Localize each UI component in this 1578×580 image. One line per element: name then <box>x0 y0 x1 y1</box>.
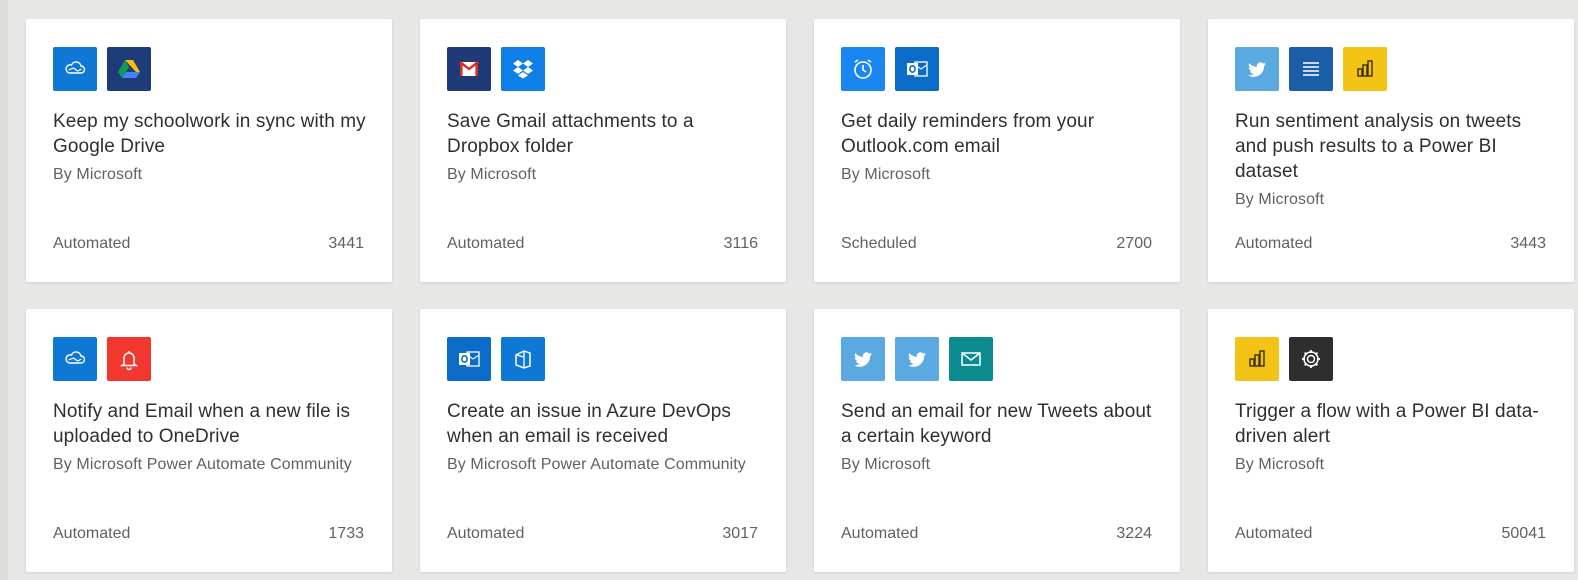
text-analytics-icon <box>1289 47 1333 91</box>
template-usage-count: 1733 <box>328 525 364 542</box>
template-author: By Microsoft <box>1235 456 1325 473</box>
dropbox-icon <box>501 47 545 91</box>
gmail-icon <box>447 47 491 91</box>
template-type: Automated <box>53 525 131 542</box>
template-footer: Automated 3441 <box>53 233 364 255</box>
template-footer: Automated 3017 <box>447 523 758 545</box>
connector-icons <box>53 337 151 381</box>
template-usage-count: 3017 <box>722 525 758 542</box>
template-card[interactable]: Create an issue in Azure DevOps when an … <box>420 309 786 572</box>
template-usage-count: 50041 <box>1501 525 1547 542</box>
template-type: Automated <box>841 525 919 542</box>
template-title-text: Save Gmail attachments to a Dropbox fold… <box>447 111 694 157</box>
template-usage-count: 3443 <box>1510 235 1546 252</box>
template-author: By Microsoft <box>1235 191 1325 208</box>
connector-icons <box>447 47 545 91</box>
template-card[interactable]: Keep my schoolwork in sync with my Googl… <box>26 19 392 282</box>
template-usage-count: 3441 <box>328 235 364 252</box>
twitter-icon <box>1235 47 1279 91</box>
outlook-icon <box>447 337 491 381</box>
template-title: Keep my schoolwork in sync with my Googl… <box>53 109 371 186</box>
template-footer: Scheduled 2700 <box>841 233 1152 255</box>
template-type: Automated <box>447 525 525 542</box>
schedule-icon <box>841 47 885 91</box>
template-title: Save Gmail attachments to a Dropbox fold… <box>447 109 765 186</box>
template-type: Automated <box>53 235 131 252</box>
twitter-icon <box>895 337 939 381</box>
template-author: By Microsoft <box>447 166 537 183</box>
template-card[interactable]: Get daily reminders from your Outlook.co… <box>814 19 1180 282</box>
template-title-text: Trigger a flow with a Power BI data-driv… <box>1235 401 1539 447</box>
template-card[interactable]: Run sentiment analysis on tweets and pus… <box>1208 19 1574 282</box>
twitter-icon <box>841 337 885 381</box>
template-author: By Microsoft Power Automate Community <box>447 456 746 473</box>
power-bi-icon <box>1343 47 1387 91</box>
onedrive-icon <box>53 47 97 91</box>
template-usage-count: 3116 <box>723 235 758 252</box>
power-bi-icon <box>1235 337 1279 381</box>
template-author: By Microsoft <box>841 166 931 183</box>
template-footer: Automated 50041 <box>1235 523 1546 545</box>
settings-gear-icon <box>1289 337 1333 381</box>
template-type: Automated <box>1235 235 1313 252</box>
template-title-text: Send an email for new Tweets about a cer… <box>841 401 1152 447</box>
template-author: By Microsoft <box>53 166 143 183</box>
connector-icons <box>841 337 993 381</box>
template-title-text: Notify and Email when a new file is uplo… <box>53 401 351 447</box>
template-usage-count: 2700 <box>1116 235 1152 252</box>
template-type: Automated <box>1235 525 1313 542</box>
template-card[interactable]: Send an email for new Tweets about a cer… <box>814 309 1180 572</box>
template-card[interactable]: Notify and Email when a new file is uplo… <box>26 309 392 572</box>
template-title: Trigger a flow with a Power BI data-driv… <box>1235 399 1553 476</box>
template-title-text: Get daily reminders from your Outlook.co… <box>841 111 1095 157</box>
template-usage-count: 3224 <box>1116 525 1152 542</box>
template-title-text: Create an issue in Azure DevOps when an … <box>447 401 732 447</box>
template-author: By Microsoft Power Automate Community <box>53 456 352 473</box>
template-grid: Keep my schoolwork in sync with my Googl… <box>26 19 1578 580</box>
mail-icon <box>949 337 993 381</box>
template-title: Send an email for new Tweets about a cer… <box>841 399 1159 476</box>
onedrive-icon <box>53 337 97 381</box>
template-title-text: Keep my schoolwork in sync with my Googl… <box>53 111 366 157</box>
connector-icons <box>53 47 151 91</box>
template-card[interactable]: Trigger a flow with a Power BI data-driv… <box>1208 309 1574 572</box>
notification-bell-icon <box>107 337 151 381</box>
template-title: Run sentiment analysis on tweets and pus… <box>1235 109 1553 211</box>
template-footer: Automated 1733 <box>53 523 364 545</box>
connector-icons <box>447 337 545 381</box>
template-title: Notify and Email when a new file is uplo… <box>53 399 371 476</box>
template-footer: Automated 3116 <box>447 233 758 255</box>
google-drive-icon <box>107 47 151 91</box>
template-footer: Automated 3224 <box>841 523 1152 545</box>
azure-devops-icon <box>501 337 545 381</box>
connector-icons <box>841 47 939 91</box>
template-type: Scheduled <box>841 235 917 252</box>
page-edge <box>0 0 8 580</box>
connector-icons <box>1235 337 1333 381</box>
template-title: Get daily reminders from your Outlook.co… <box>841 109 1159 186</box>
template-author: By Microsoft <box>841 456 931 473</box>
template-title: Create an issue in Azure DevOps when an … <box>447 399 765 476</box>
template-type: Automated <box>447 235 525 252</box>
template-card[interactable]: Save Gmail attachments to a Dropbox fold… <box>420 19 786 282</box>
connector-icons <box>1235 47 1387 91</box>
template-title-text: Run sentiment analysis on tweets and pus… <box>1235 111 1522 182</box>
template-footer: Automated 3443 <box>1235 233 1546 255</box>
outlook-icon <box>895 47 939 91</box>
